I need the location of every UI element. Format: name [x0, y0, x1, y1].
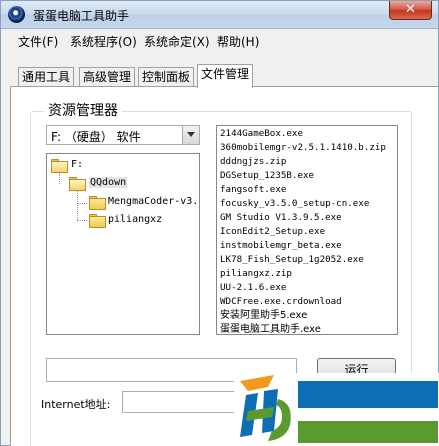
list-item[interactable]: 360mobilemgr-v2.5.1.1410.b.zip [220, 141, 386, 155]
list-item[interactable]: GM Studio V1.3.9.5.exe [220, 211, 342, 225]
explorer-group-title: 资源管理器 [44, 100, 122, 120]
list-item[interactable]: LK78_Fish_Setup_1g2052.exe [220, 253, 364, 267]
watermark-blue-bar [298, 381, 438, 408]
tree-connector [77, 203, 87, 204]
app-window: 蛋蛋电脑工具助手 ✕ 文件(F) 系统程序(O) 系统命定(X) 帮助(H) 通… [0, 0, 439, 446]
folder-icon [89, 196, 106, 210]
drive-select-value: F: （硬盘） 软件 [51, 130, 141, 144]
tree-connector [59, 172, 60, 184]
tab-general-tools[interactable]: 通用工具 [18, 67, 75, 87]
tab-advanced[interactable]: 高级管理 [79, 67, 136, 87]
list-item[interactable]: 安装阿里助手5.exe [220, 309, 307, 323]
folder-icon [89, 214, 106, 228]
list-item[interactable]: IconEdit2_Setup.exe [220, 225, 325, 239]
watermark-green-bar [298, 421, 438, 443]
title-bar[interactable]: 蛋蛋电脑工具助手 ✕ [1, 1, 438, 29]
tree-item[interactable]: F: [51, 157, 171, 173]
list-item[interactable]: fangsoft.exe [220, 183, 286, 197]
tab-control-panel[interactable]: 控制面板 [138, 67, 195, 87]
app-logo-icon [8, 6, 25, 23]
drive-select-dropdown-button[interactable] [182, 126, 199, 144]
file-list[interactable]: 2144GameBox.exe 360mobilemgr-v2.5.1.1410… [216, 125, 398, 335]
close-button[interactable]: ✕ [389, 1, 432, 20]
list-item[interactable]: instmobilemgr_beta.exe [220, 239, 342, 253]
list-item[interactable]: 2144GameBox.exe [220, 127, 303, 141]
folder-tree[interactable]: F: QQdown MengmaCoder-v3. piliangxz [46, 153, 200, 335]
tree-item-label: piliangxz [108, 214, 163, 225]
tree-item-label: QQdown [89, 177, 128, 188]
tree-item[interactable]: piliangxz [89, 212, 199, 228]
tab-strip: 通用工具 高级管理 控制面板 文件管理 [1, 63, 438, 88]
list-item[interactable]: DGSetup_1235B.exe [220, 169, 314, 183]
internet-address-input[interactable] [122, 391, 237, 413]
list-item[interactable]: piliangxz.zip [220, 267, 292, 281]
tree-connector [77, 220, 87, 221]
drive-select[interactable]: F: （硬盘） 软件 [46, 125, 200, 145]
menu-system-commands[interactable]: 系统命定(X) [144, 33, 210, 50]
tree-item-label: F: [71, 159, 84, 170]
tree-item-label: MengmaCoder-v3. [108, 196, 199, 207]
list-item[interactable]: 蛋蛋电脑工具助手.exe [220, 323, 321, 334]
menu-help[interactable]: 帮助(H) [217, 33, 259, 50]
menu-system-programs[interactable]: 系统程序(O) [70, 33, 137, 50]
list-item[interactable]: dddngjzs.zip [220, 155, 286, 169]
chevron-down-icon [187, 132, 195, 137]
watermark-logo [234, 373, 439, 446]
tree-item[interactable]: MengmaCoder-v3. [89, 194, 199, 210]
window-title: 蛋蛋电脑工具助手 [33, 9, 130, 23]
tree-item[interactable]: QQdown [69, 175, 189, 191]
folder-open-icon [69, 177, 86, 191]
menu-bar: 文件(F) 系统程序(O) 系统命定(X) 帮助(H) [1, 30, 438, 52]
watermark-mark-icon [240, 375, 291, 441]
folder-open-icon [51, 159, 68, 173]
tree-connector [77, 188, 78, 220]
list-item[interactable]: focusky_v3.5.0_setup-cn.exe [220, 197, 369, 211]
internet-address-label: Internet地址: [41, 398, 111, 411]
list-item[interactable]: UU-2.1.6.exe [220, 281, 286, 295]
tab-file-manager[interactable]: 文件管理 [197, 64, 254, 88]
menu-file[interactable]: 文件(F) [18, 33, 58, 50]
list-item[interactable]: WDCFree.exe.crdownload [220, 295, 342, 309]
